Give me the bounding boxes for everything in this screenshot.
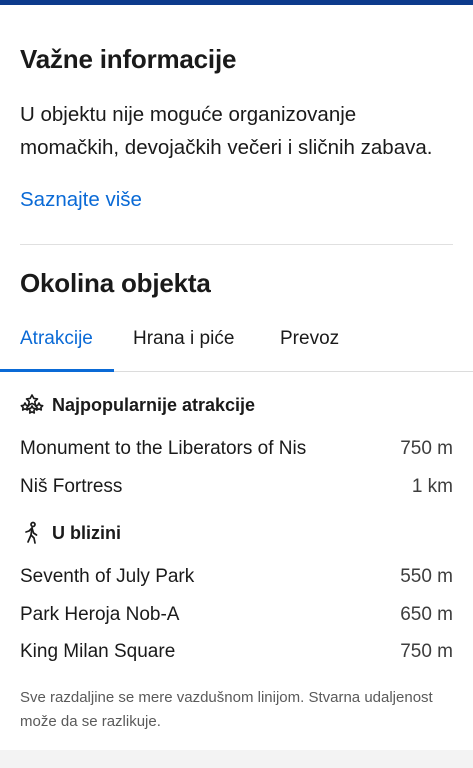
attractions-icon [20, 394, 44, 414]
surroundings-tabs: Atrakcije Hrana i piće Prevoz [0, 322, 473, 372]
important-info-text: U objektu nije moguće organizovanje moma… [20, 103, 433, 159]
header-accent-bar [0, 0, 473, 5]
tab-attractions[interactable]: Atrakcije [20, 328, 93, 350]
place-distance: 750 m [400, 641, 453, 662]
place-distance: 750 m [400, 438, 453, 459]
surroundings-title: Okolina objekta [20, 268, 211, 298]
place-name: Monument to the Liberators of Nis [20, 438, 307, 459]
bottom-strip [0, 750, 473, 768]
tab-food-drink[interactable]: Hrana i piće [133, 328, 234, 350]
list-item: Niš Fortress 1 km [20, 476, 453, 498]
place-distance: 1 km [411, 476, 453, 497]
place-name: Seventh of July Park [20, 566, 195, 587]
distance-footnote: Sve razdaljine se mere vazdušnom linijom… [20, 689, 433, 730]
group-title-top-attractions: Najpopularnije atrakcije [52, 394, 256, 415]
learn-more-link[interactable]: Saznajte više [20, 188, 142, 212]
important-info-title: Važne informacije [20, 44, 237, 74]
place-name: Park Heroja Nob-A [20, 604, 180, 625]
list-item: Seventh of July Park 550 m [20, 566, 453, 588]
place-distance: 650 m [400, 604, 453, 625]
section-divider [20, 244, 453, 245]
list-item: Monument to the Liberators of Nis 750 m [20, 438, 453, 460]
group-header-nearby: U blizini [20, 521, 121, 545]
walking-person-icon [25, 521, 38, 544]
group-header-top-attractions: Najpopularnije atrakcije [20, 393, 255, 417]
place-distance: 550 m [400, 566, 453, 587]
group-title-nearby: U blizini [52, 522, 121, 543]
tab-transport[interactable]: Prevoz [280, 328, 339, 350]
list-item: Park Heroja Nob-A 650 m [20, 604, 453, 626]
list-item: King Milan Square 750 m [20, 641, 453, 663]
place-name: Niš Fortress [20, 476, 123, 497]
active-tab-indicator [0, 369, 114, 372]
place-name: King Milan Square [20, 641, 176, 662]
